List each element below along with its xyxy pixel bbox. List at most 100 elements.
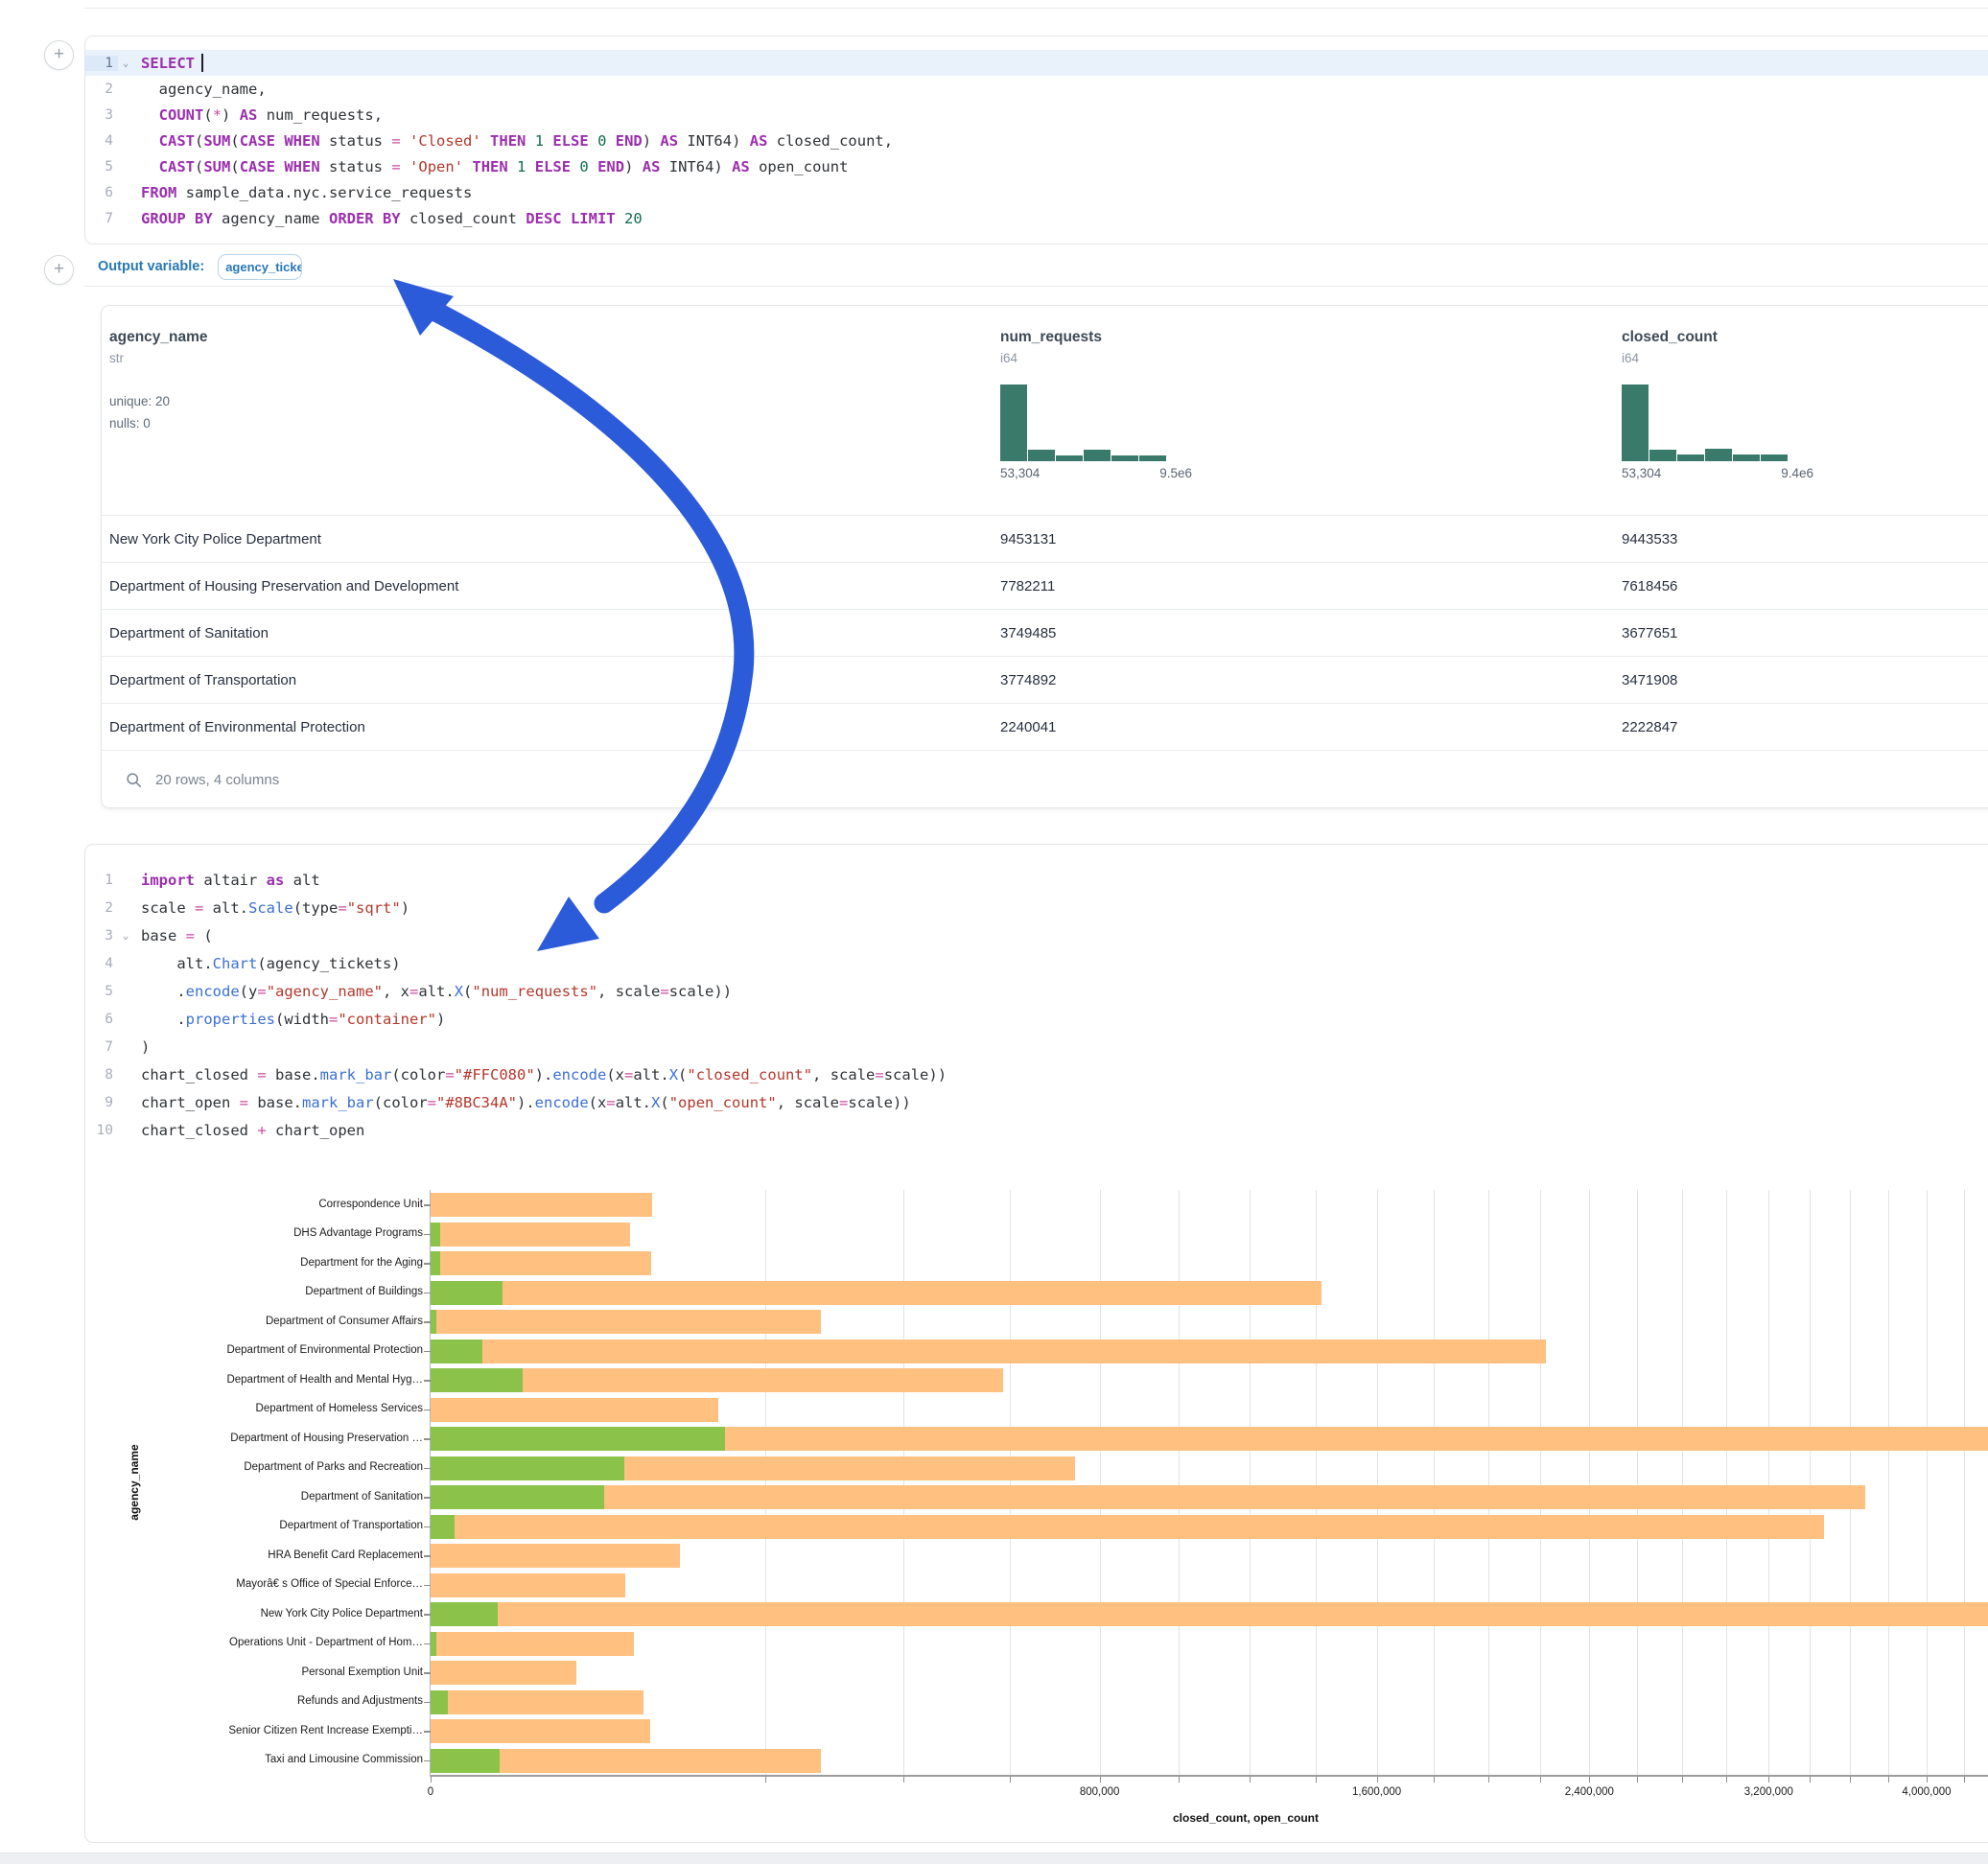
- y-tick-mark: [424, 1702, 431, 1704]
- y-tick-mark: [424, 1555, 431, 1557]
- y-tick-mark: [424, 1204, 431, 1206]
- code-text: CAST(SUM(CASE WHEN status = 'Open' THEN …: [133, 158, 848, 175]
- line-number: 3: [85, 928, 118, 944]
- code-line[interactable]: 5 .encode(y="agency_name", x=alt.X("num_…: [85, 977, 1988, 1005]
- table-cell: 3677651: [1622, 610, 1677, 657]
- y-tick-mark: [424, 1468, 431, 1470]
- closed-count-bar[interactable]: [431, 1544, 680, 1568]
- table-row[interactable]: Department of Environmental Protection22…: [102, 703, 1988, 750]
- closed-count-bar[interactable]: [431, 1485, 1865, 1509]
- y-tick-mark: [424, 1497, 431, 1499]
- closed-count-bar[interactable]: [431, 1632, 634, 1656]
- table-row[interactable]: Department of Transportation377489234719…: [102, 656, 1988, 703]
- histogram-bar: [1705, 449, 1732, 461]
- histogram-bar: [1622, 384, 1649, 461]
- output-variable-pill[interactable]: agency_tickets: [218, 254, 302, 280]
- code-line[interactable]: 10chart_closed + chart_open: [85, 1116, 1988, 1144]
- gridline: [1726, 1190, 1727, 1775]
- open-count-bar[interactable]: [431, 1223, 440, 1247]
- code-line[interactable]: 4 alt.Chart(agency_tickets): [85, 949, 1988, 977]
- table-row[interactable]: New York City Police Department945313194…: [102, 515, 1988, 562]
- x-tick-mark: [1377, 1777, 1378, 1782]
- code-line[interactable]: 3 COUNT(*) AS num_requests,: [85, 102, 1988, 128]
- closed-count-bar[interactable]: [431, 1661, 576, 1685]
- open-count-bar[interactable]: [431, 1690, 448, 1714]
- code-line[interactable]: 1⌄SELECT: [85, 50, 1988, 76]
- code-text: .encode(y="agency_name", x=alt.X("num_re…: [133, 983, 732, 1000]
- gridline: [1589, 1190, 1590, 1775]
- closed-count-bar[interactable]: [431, 1719, 650, 1743]
- fold-chevron-icon[interactable]: ⌄: [118, 929, 133, 942]
- column-header-closed_count[interactable]: closed_counti6453,3049.4e6: [1622, 329, 1909, 480]
- open-count-bar[interactable]: [431, 1602, 498, 1626]
- closed-count-bar[interactable]: [431, 1340, 1546, 1363]
- y-tick-mark: [424, 1351, 431, 1353]
- y-category-label: Department of Environmental Protection: [97, 1344, 423, 1356]
- x-tick-mark: [1964, 1777, 1965, 1782]
- add-cell-button-top[interactable]: +: [44, 40, 74, 70]
- open-count-bar[interactable]: [431, 1281, 503, 1305]
- code-line[interactable]: 7GROUP BY agency_name ORDER BY closed_co…: [85, 205, 1988, 231]
- table-cell: Department of Housing Preservation and D…: [109, 563, 458, 610]
- gridline: [1850, 1190, 1851, 1775]
- column-name: agency_name: [109, 329, 397, 346]
- sql-code-editor[interactable]: 1⌄SELECT2 agency_name,3 COUNT(*) AS num_…: [85, 50, 1988, 231]
- gridline: [1488, 1190, 1489, 1775]
- code-line[interactable]: 2 agency_name,: [85, 76, 1988, 102]
- open-count-bar[interactable]: [431, 1310, 436, 1334]
- code-line[interactable]: 8chart_closed = base.mark_bar(color="#FF…: [85, 1060, 1988, 1088]
- x-tick-label: 4,000,000: [1874, 1786, 1979, 1798]
- column-name: closed_count: [1622, 329, 1909, 346]
- code-line[interactable]: 1import altair as alt: [85, 866, 1988, 894]
- table-row[interactable]: Department of Sanitation37494853677651: [102, 609, 1988, 656]
- closed-count-bar[interactable]: [431, 1602, 1988, 1626]
- table-cell: 3749485: [1000, 610, 1056, 657]
- closed-count-bar[interactable]: [431, 1251, 651, 1275]
- code-line[interactable]: 9chart_open = base.mark_bar(color="#8BC3…: [85, 1088, 1988, 1116]
- code-text: COUNT(*) AS num_requests,: [133, 106, 383, 124]
- code-line[interactable]: 6FROM sample_data.nyc.service_requests: [85, 179, 1988, 205]
- open-count-bar[interactable]: [431, 1515, 455, 1539]
- y-tick-mark: [424, 1731, 431, 1733]
- open-count-bar[interactable]: [431, 1427, 725, 1451]
- closed-count-bar[interactable]: [431, 1690, 643, 1714]
- closed-count-bar[interactable]: [431, 1281, 1321, 1305]
- open-count-bar[interactable]: [431, 1632, 436, 1656]
- column-header-agency_name[interactable]: agency_namestrunique: 20nulls: 0: [109, 329, 397, 434]
- closed-count-bar[interactable]: [431, 1223, 630, 1247]
- code-line[interactable]: 5 CAST(SUM(CASE WHEN status = 'Open' THE…: [85, 153, 1988, 179]
- fold-chevron-icon[interactable]: ⌄: [118, 57, 133, 69]
- closed-count-bar[interactable]: [431, 1193, 652, 1217]
- add-cell-button-middle[interactable]: +: [44, 255, 74, 285]
- table-row[interactable]: Department of Housing Preservation and D…: [102, 562, 1988, 609]
- code-line[interactable]: 2scale = alt.Scale(type="sqrt"): [85, 894, 1988, 921]
- code-line[interactable]: 3⌄base = (: [85, 921, 1988, 949]
- code-line[interactable]: 7): [85, 1033, 1988, 1060]
- code-line[interactable]: 4 CAST(SUM(CASE WHEN status = 'Closed' T…: [85, 128, 1988, 153]
- open-count-bar[interactable]: [431, 1368, 523, 1392]
- line-number: 8: [85, 1067, 118, 1083]
- open-count-bar[interactable]: [431, 1749, 500, 1773]
- x-tick-label: 2,400,000: [1536, 1786, 1642, 1798]
- search-icon[interactable]: [126, 772, 142, 788]
- closed-count-bar[interactable]: [431, 1573, 625, 1597]
- closed-count-bar[interactable]: [431, 1310, 821, 1334]
- x-tick-mark: [1316, 1777, 1317, 1782]
- column-header-num_requests[interactable]: num_requestsi6453,3049.5e6: [1000, 329, 1288, 480]
- closed-count-bar[interactable]: [431, 1398, 718, 1422]
- python-code-editor[interactable]: 1import altair as alt2scale = alt.Scale(…: [85, 866, 1988, 1144]
- open-count-bar[interactable]: [431, 1485, 604, 1509]
- gridline: [1768, 1190, 1769, 1775]
- line-number: 6: [85, 1012, 118, 1027]
- open-count-bar[interactable]: [431, 1340, 482, 1363]
- line-number: 6: [85, 185, 118, 200]
- x-tick-mark: [1488, 1777, 1489, 1782]
- x-tick-mark: [1250, 1777, 1251, 1782]
- open-count-bar[interactable]: [431, 1456, 624, 1480]
- code-line[interactable]: 6 .properties(width="container"): [85, 1005, 1988, 1033]
- gridline: [1434, 1190, 1435, 1775]
- closed-count-bar[interactable]: [431, 1515, 1824, 1539]
- gridline: [1010, 1190, 1011, 1775]
- open-count-bar[interactable]: [431, 1251, 440, 1275]
- x-tick-mark: [1179, 1777, 1180, 1782]
